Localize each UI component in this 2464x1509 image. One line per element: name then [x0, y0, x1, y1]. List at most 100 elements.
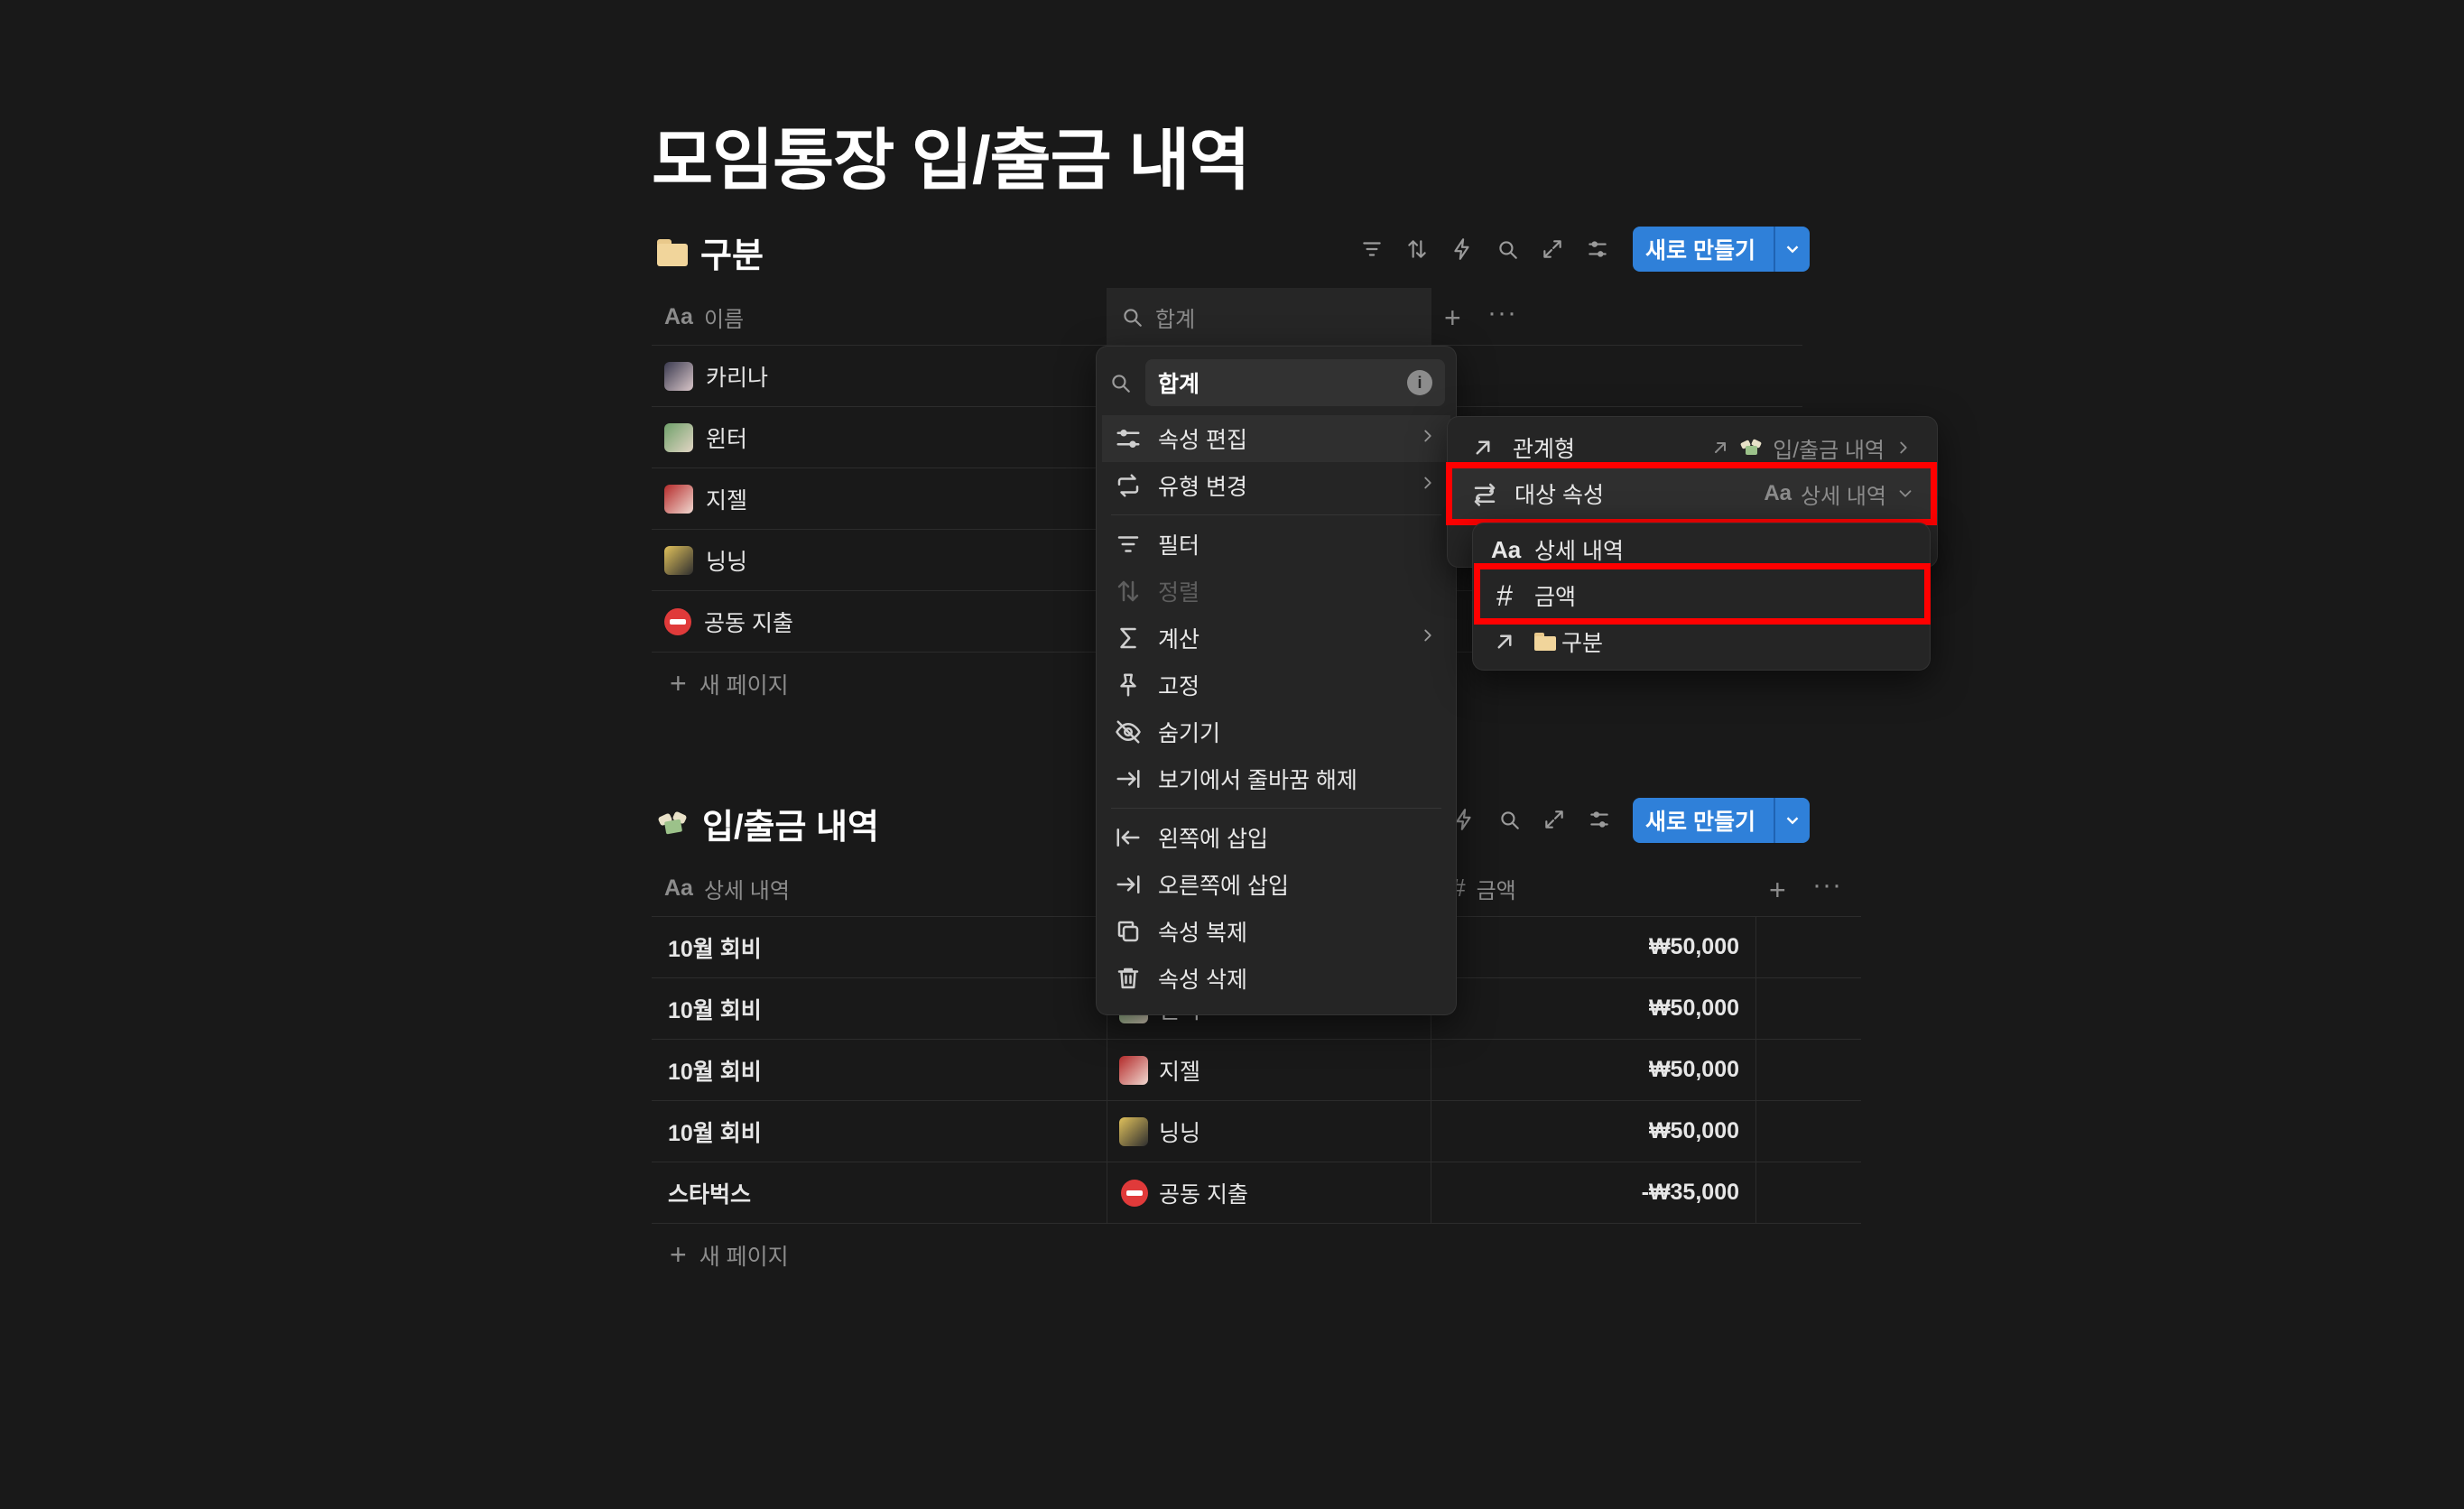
menu-item-filter[interactable]: 필터: [1102, 521, 1450, 568]
page-title: 모임통장 입/출금 내역: [652, 123, 1250, 198]
arrow-up-right-icon: [1497, 634, 1512, 649]
row-detail[interactable]: 10월 회비: [668, 931, 762, 964]
row-detail[interactable]: 10월 회비: [668, 1116, 762, 1148]
avatar-karina: [664, 361, 693, 391]
new-page-label: 새 페이지: [699, 672, 789, 699]
menu-item-sort: 정렬: [1102, 568, 1450, 615]
db1-toolbar: [1359, 236, 1610, 262]
arrow-to-line-icon: [1116, 770, 1140, 788]
row-name[interactable]: 공동 지출: [704, 606, 793, 638]
row-detail[interactable]: 10월 회비: [668, 993, 762, 1025]
property-name-input[interactable]: 합계 i: [1145, 359, 1445, 406]
row-amount[interactable]: ₩50,000: [1649, 995, 1739, 1022]
settings-sliders-icon[interactable]: [1587, 807, 1612, 832]
menu-item-change-type[interactable]: 유형 변경: [1102, 462, 1450, 509]
property-name-value: 합계: [1158, 372, 1200, 397]
plus-icon: +: [670, 667, 687, 699]
table-row[interactable]: 10월 회비 지젤 ₩50,000: [652, 1040, 1861, 1101]
row-amount[interactable]: ₩50,000: [1649, 1118, 1739, 1144]
row-name[interactable]: 닝닝: [706, 544, 747, 577]
row-category[interactable]: 닝닝: [1119, 1116, 1200, 1148]
chevron-down-icon[interactable]: [1773, 798, 1810, 843]
row-name[interactable]: 지젤: [706, 483, 747, 515]
menu-item-label: 보기에서 줄바꿈 해제: [1158, 768, 1357, 793]
new-button-label[interactable]: 새로 만들기: [1633, 227, 1774, 272]
settings-sliders-icon[interactable]: [1585, 236, 1610, 262]
row-amount[interactable]: ₩50,000: [1649, 1057, 1739, 1083]
sort-icon[interactable]: [1404, 236, 1430, 262]
dropdown-option-category[interactable]: 구분: [1478, 619, 1924, 664]
highlight-amount-option: [1474, 563, 1931, 625]
search-icon: [1107, 370, 1133, 395]
menu-item-label: 오른쪽에 삽입: [1158, 874, 1289, 899]
menu-item-hide[interactable]: 숨기기: [1102, 708, 1450, 755]
property-context-menu: 합계 i 속성 편집 유형 변경 필터 정렬 계산 고정 숨기기 보기에서 줄바…: [1097, 347, 1456, 1014]
db2-col-amount-header[interactable]: # 금액: [1451, 859, 1516, 917]
avatar-giselle: [1119, 1055, 1148, 1085]
menu-item-label: 속성 삭제: [1158, 967, 1247, 993]
search-icon[interactable]: [1495, 236, 1520, 262]
row-amount[interactable]: -₩35,000: [1642, 1180, 1739, 1206]
new-button-label[interactable]: 새로 만들기: [1633, 798, 1774, 843]
row-name[interactable]: 카리나: [706, 360, 768, 393]
filter-icon: [1117, 536, 1139, 552]
expand-icon[interactable]: [1542, 807, 1567, 832]
trash-icon: [1117, 967, 1139, 989]
info-icon[interactable]: i: [1407, 370, 1432, 395]
no-entry-icon: [1121, 1179, 1148, 1207]
option-label: 구분: [1561, 631, 1604, 656]
chevron-down-icon[interactable]: [1773, 227, 1810, 272]
table-row[interactable]: 스타벅스 공동 지출 -₩35,000: [652, 1162, 1861, 1224]
search-icon: [1119, 304, 1144, 329]
add-column-icon[interactable]: +: [1444, 301, 1461, 335]
db2-new-page[interactable]: + 새 페이지: [670, 1238, 789, 1272]
db2-title-text: 입/출금 내역: [702, 809, 879, 847]
folder-icon: [1534, 633, 1556, 651]
row-detail[interactable]: 10월 회비: [668, 1054, 762, 1087]
db2-new-button[interactable]: 새로 만들기: [1633, 798, 1810, 843]
row-name[interactable]: 윈터: [706, 421, 747, 454]
db1-title[interactable]: 구분: [657, 227, 764, 277]
automation-icon[interactable]: [1450, 236, 1475, 262]
menu-item-delete[interactable]: 속성 삭제: [1102, 955, 1450, 1002]
more-icon[interactable]: ···: [1487, 298, 1517, 329]
menu-divider: [1111, 514, 1441, 515]
menu-item-insert-left[interactable]: 왼쪽에 삽입: [1102, 814, 1450, 861]
menu-item-insert-right[interactable]: 오른쪽에 삽입: [1102, 861, 1450, 908]
chevron-right-icon: [1418, 625, 1438, 652]
sliders-icon: [1116, 430, 1140, 448]
db1-new-button[interactable]: 새로 만들기: [1633, 227, 1810, 272]
db1-col-sum-header[interactable]: 합계: [1107, 288, 1431, 346]
db2-title[interactable]: 입/출금 내역: [657, 799, 879, 848]
row-category[interactable]: 공동 지출: [1121, 1177, 1248, 1209]
row-detail[interactable]: 스타벅스: [668, 1177, 751, 1209]
menu-item-label: 속성 복제: [1158, 921, 1247, 946]
relation-value: 입/출금 내역: [1709, 432, 1913, 464]
more-icon[interactable]: ···: [1812, 870, 1842, 901]
menu-item-calculate[interactable]: 계산: [1102, 615, 1450, 662]
sort-icon: [1117, 580, 1139, 602]
add-column-icon[interactable]: +: [1769, 874, 1786, 907]
menu-item-pin[interactable]: 고정: [1102, 662, 1450, 708]
db1-new-page[interactable]: + 새 페이지: [670, 667, 789, 700]
db2-col-detail-header[interactable]: Aa 상세 내역: [664, 859, 790, 917]
relation-label: 관계형: [1513, 437, 1576, 462]
menu-item-label: 왼쪽에 삽입: [1158, 827, 1268, 852]
duplicate-icon: [1117, 921, 1139, 942]
avatar-giselle: [664, 484, 693, 514]
avatar-ningning: [664, 545, 693, 575]
db2-toolbar: [1451, 807, 1612, 832]
row-amount[interactable]: ₩50,000: [1649, 934, 1739, 960]
search-icon[interactable]: [1496, 807, 1522, 832]
menu-item-duplicate[interactable]: 속성 복제: [1102, 908, 1450, 955]
filter-icon[interactable]: [1359, 236, 1385, 262]
text-type-icon: Aa: [664, 875, 693, 901]
expand-icon[interactable]: [1540, 236, 1565, 262]
row-category[interactable]: 지젤: [1119, 1054, 1200, 1087]
menu-item-unwrap[interactable]: 보기에서 줄바꿈 해제: [1102, 755, 1450, 802]
pin-icon: [1120, 673, 1136, 697]
db1-col-name-header[interactable]: Aa 이름: [664, 288, 744, 346]
menu-item-edit-property[interactable]: 속성 편집: [1102, 415, 1450, 462]
avatar-ningning: [1119, 1116, 1148, 1146]
table-row[interactable]: 10월 회비 닝닝 ₩50,000: [652, 1101, 1861, 1162]
